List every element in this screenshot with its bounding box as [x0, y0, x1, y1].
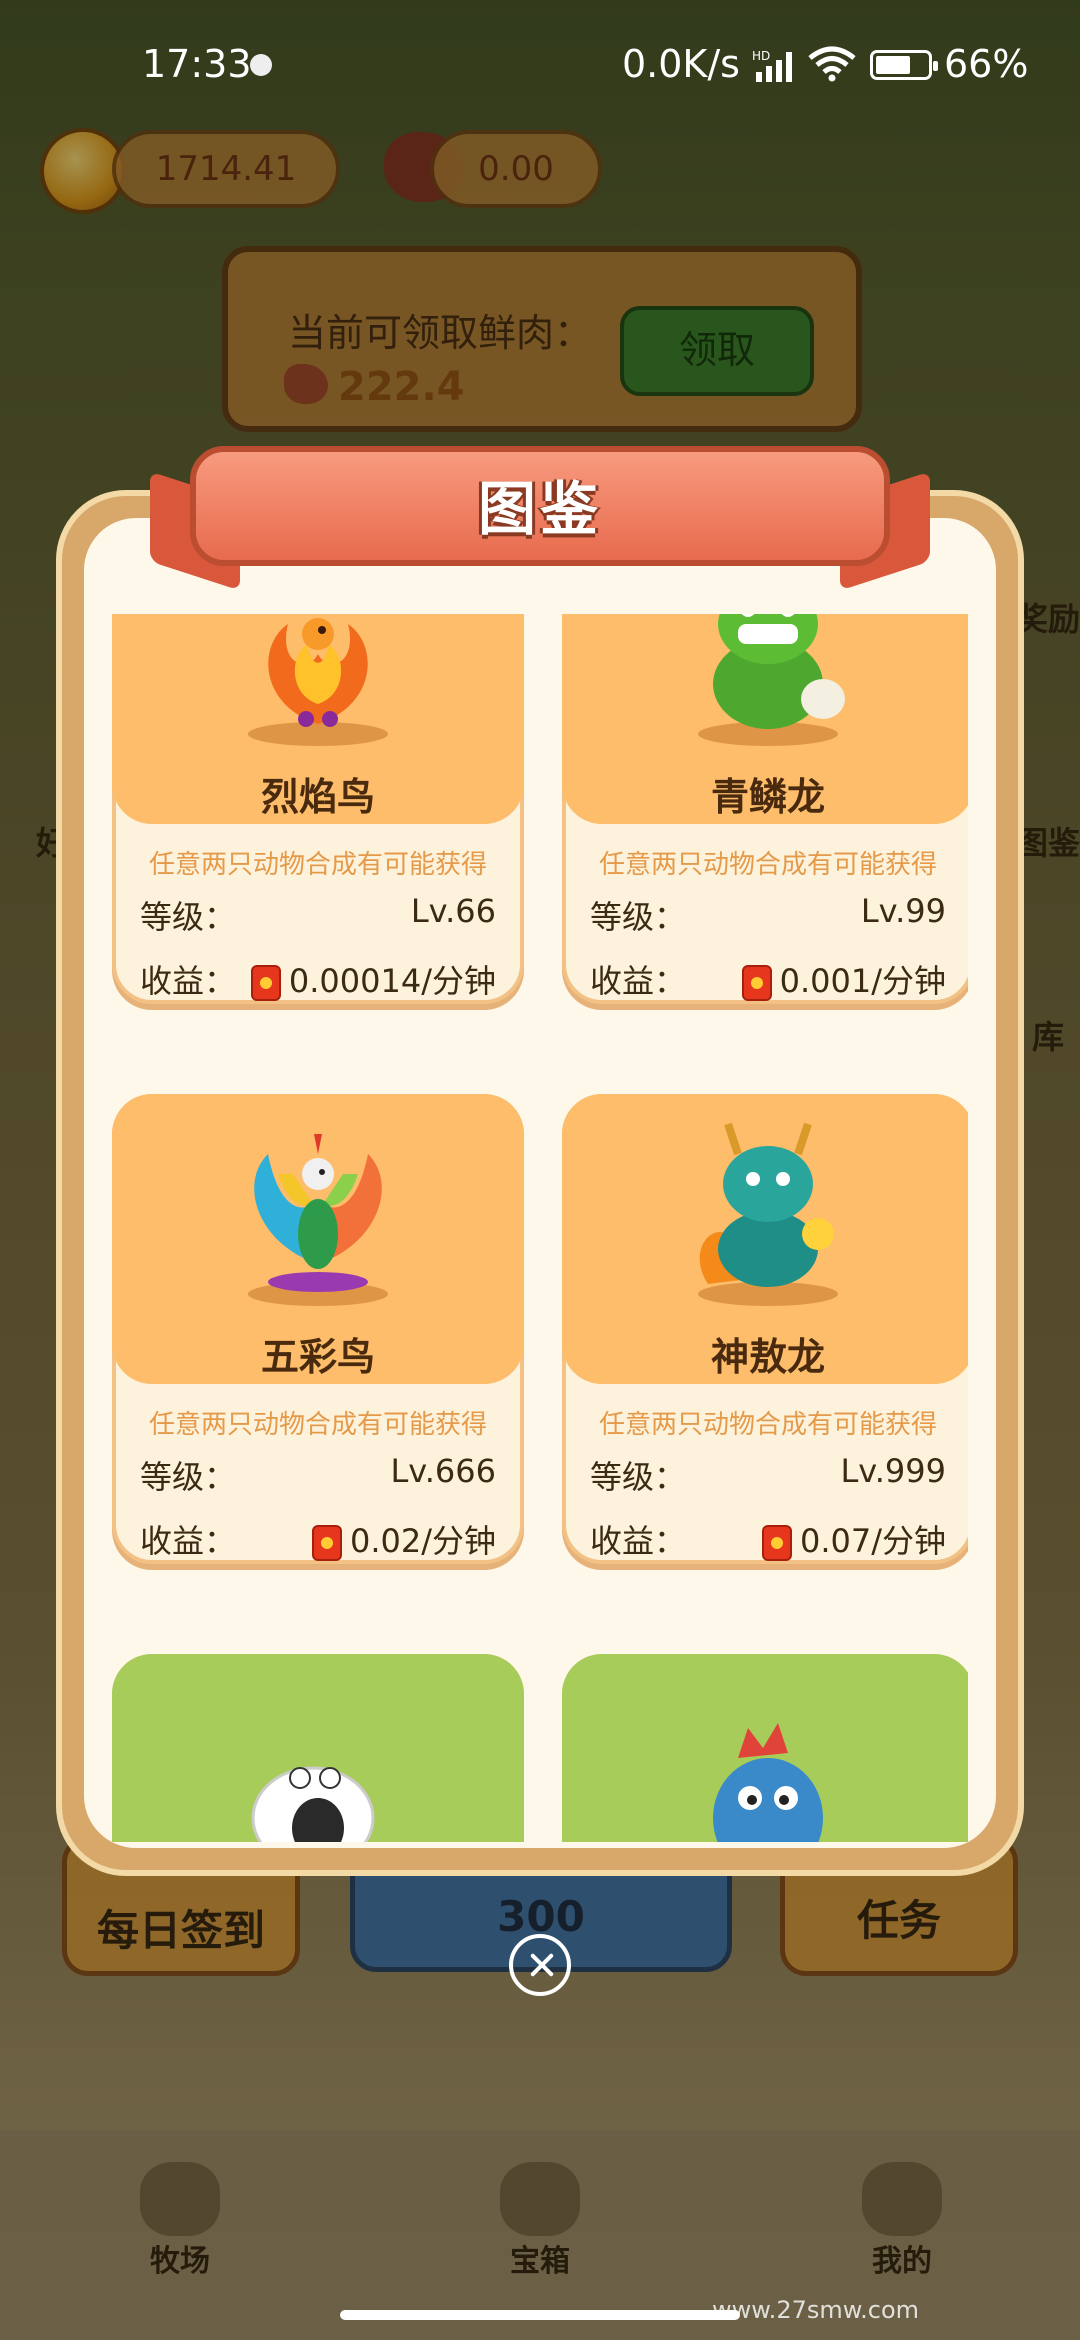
- battery-icon: [870, 50, 938, 80]
- modal-title: 图鉴: [477, 475, 602, 543]
- catalog-card-sheep[interactable]: [112, 1654, 524, 1842]
- income-value-wrap: 0.00014/分钟: [250, 956, 496, 1002]
- card-income-row: 收益： 0.02/分钟: [140, 1516, 496, 1562]
- flame-bird-icon: [248, 618, 388, 746]
- card-income-row: 收益： 0.07/分钟: [590, 1516, 946, 1562]
- card-name: 五彩鸟: [260, 1335, 375, 1379]
- income-value: 0.07/分钟: [799, 1522, 946, 1560]
- level-label: 等级：: [140, 1458, 237, 1496]
- income-label: 收益：: [590, 1522, 687, 1560]
- card-desc: 任意两只动物合成有可能获得: [598, 850, 937, 880]
- signal-icon: HD: [752, 49, 792, 82]
- blue-dino-icon: [713, 1723, 823, 1842]
- level-label: 等级：: [590, 898, 687, 936]
- notification-icon: [250, 54, 272, 76]
- home-indicator[interactable]: [340, 2310, 740, 2320]
- income-value-wrap: 0.02/分钟: [311, 1516, 496, 1562]
- status-time: 17:33: [142, 42, 252, 86]
- red-packet-icon: [250, 965, 281, 1001]
- catalog-card-rainbow-bird[interactable]: 五彩鸟 任意两只动物合成有可能获得 等级： Lv.666 收益： 0.02/分钟: [112, 1094, 524, 1564]
- catalog-scroll-area[interactable]: 烈焰鸟 任意两只动物合成有可能获得 等级： Lv.66 收益： 0.00014/分钟…: [112, 614, 968, 1842]
- green-dragon-icon: [698, 614, 845, 746]
- card-level-row: 等级： Lv.99: [590, 892, 946, 938]
- card-name: 神敖龙: [710, 1335, 825, 1379]
- catalog-card-blue-dino[interactable]: [562, 1654, 968, 1842]
- battery-percent: 66%: [944, 42, 1029, 86]
- red-packet-icon: [311, 1525, 342, 1561]
- income-value-wrap: 0.001/分钟: [741, 956, 946, 1002]
- income-value-wrap: 0.07/分钟: [761, 1516, 946, 1562]
- sheep-icon: [251, 1766, 375, 1842]
- level-value: Lv.666: [390, 1452, 496, 1490]
- red-packet-icon: [761, 1525, 792, 1561]
- card-level-row: 等级： Lv.66: [140, 892, 496, 938]
- income-label: 收益：: [140, 962, 237, 1000]
- svg-text:HD: HD: [752, 49, 770, 63]
- income-value: 0.00014/分钟: [288, 962, 496, 1000]
- income-value: 0.02/分钟: [349, 1522, 496, 1560]
- card-name: 烈焰鸟: [260, 775, 375, 819]
- level-label: 等级：: [140, 898, 237, 936]
- income-value: 0.001/分钟: [779, 962, 946, 1000]
- catalog-card-divine-dragon[interactable]: 神敖龙 任意两只动物合成有可能获得 等级： Lv.999 收益： 0.07/分钟: [562, 1094, 968, 1564]
- card-desc: 任意两只动物合成有可能获得: [148, 850, 487, 880]
- level-label: 等级：: [590, 1458, 687, 1496]
- catalog-card-flame-bird[interactable]: 烈焰鸟 任意两只动物合成有可能获得 等级： Lv.66 收益： 0.00014/分钟: [112, 614, 524, 1004]
- watermark: www.27smw.com: [712, 2296, 920, 2324]
- catalog-modal-body: 烈焰鸟 任意两只动物合成有可能获得 等级： Lv.66 收益： 0.00014/分钟…: [84, 518, 996, 1848]
- red-packet-icon: [741, 965, 772, 1001]
- close-icon[interactable]: [509, 1934, 571, 1996]
- income-label: 收益：: [140, 1522, 237, 1560]
- wifi-icon: [808, 46, 856, 82]
- catalog-banner: 图鉴: [150, 426, 930, 591]
- card-income-row: 收益： 0.001/分钟: [590, 956, 946, 1002]
- level-value: Lv.999: [840, 1452, 946, 1490]
- card-desc: 任意两只动物合成有可能获得: [598, 1410, 937, 1440]
- level-value: Lv.66: [410, 892, 496, 930]
- card-name: 青鳞龙: [710, 775, 825, 819]
- card-level-row: 等级： Lv.666: [140, 1452, 496, 1498]
- card-level-row: 等级： Lv.999: [590, 1452, 946, 1498]
- catalog-modal: 烈焰鸟 任意两只动物合成有可能获得 等级： Lv.66 收益： 0.00014/分钟…: [56, 490, 1024, 1876]
- rainbow-bird-icon: [248, 1134, 388, 1306]
- network-speed: 0.0K/s: [622, 42, 740, 86]
- level-value: Lv.99: [860, 892, 946, 930]
- catalog-card-green-dragon[interactable]: 青鳞龙 任意两只动物合成有可能获得 等级： Lv.99 收益： 0.001/分钟: [562, 614, 968, 1004]
- card-income-row: 收益： 0.00014/分钟: [140, 956, 496, 1002]
- divine-dragon-icon: [698, 1122, 838, 1306]
- status-bar: 17:33 0.0K/s HD 66%: [0, 0, 1080, 128]
- income-label: 收益：: [590, 962, 687, 1000]
- card-desc: 任意两只动物合成有可能获得: [148, 1410, 487, 1440]
